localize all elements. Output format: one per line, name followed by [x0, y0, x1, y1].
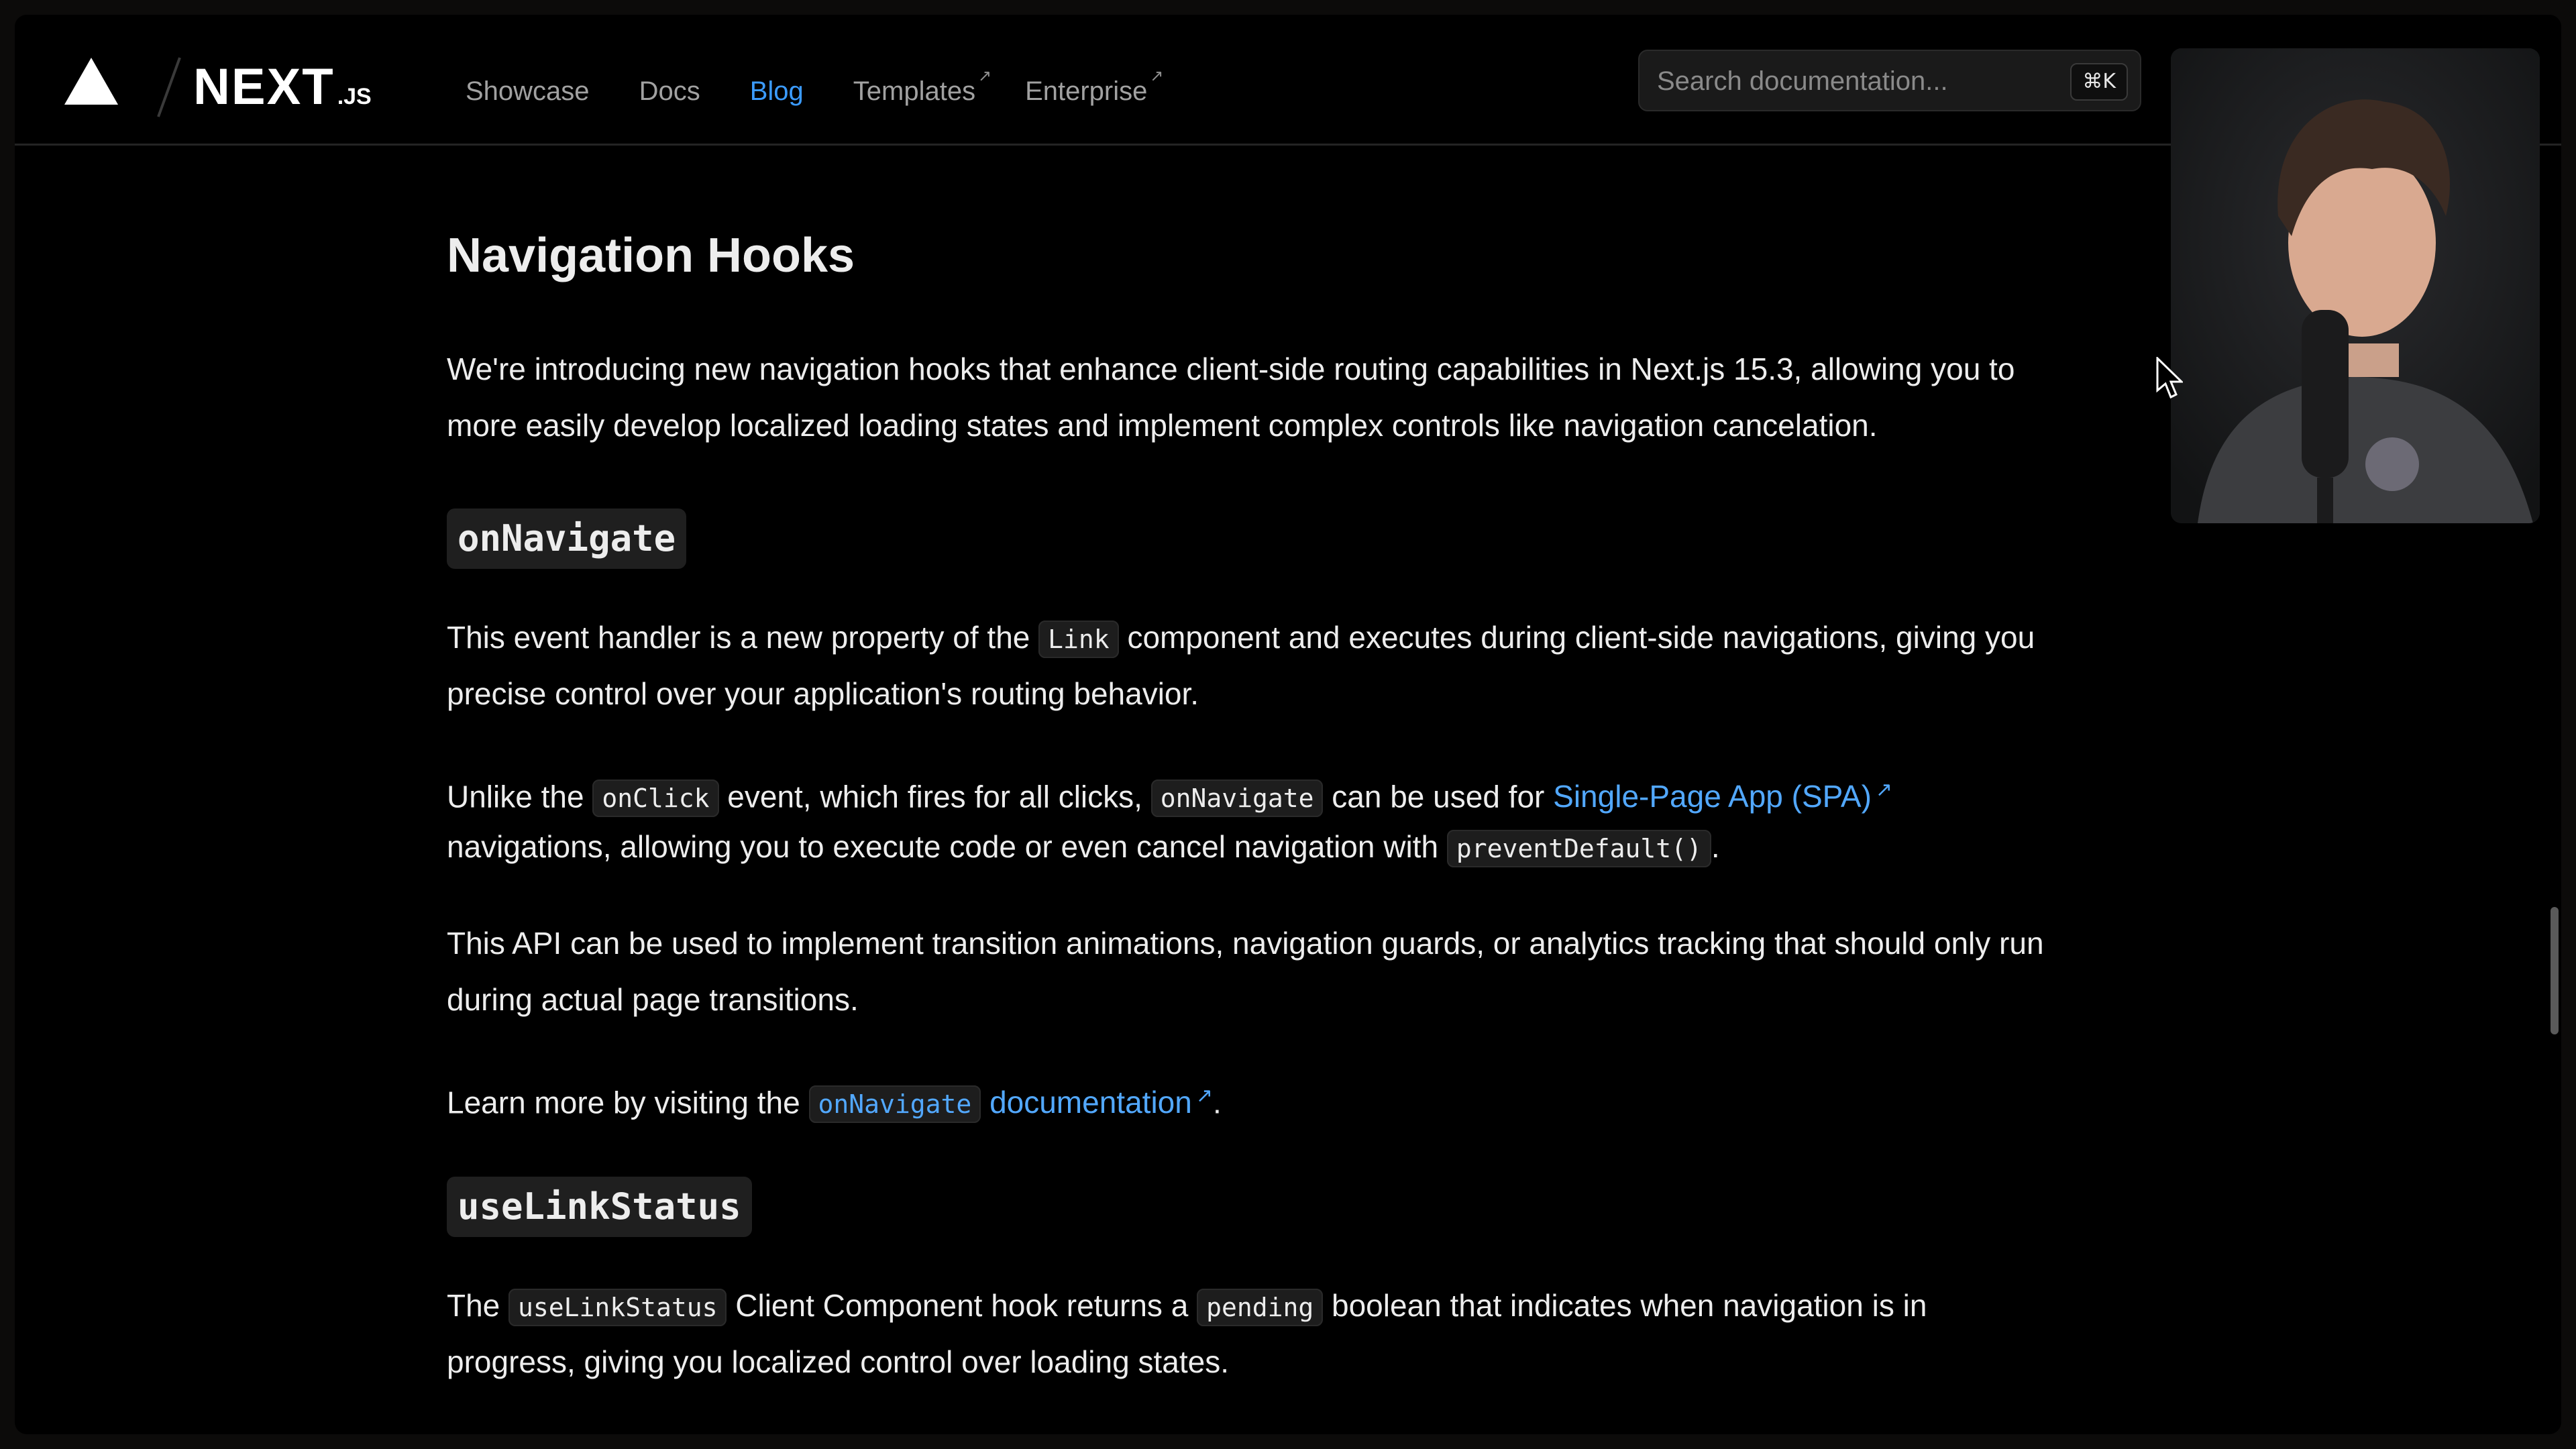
- browser-viewport: NEXT .JS Showcase Docs Blog Templates ↗ En…: [15, 15, 2561, 1434]
- logo-divider-icon: [157, 57, 181, 117]
- intro-paragraph-line-2: more easily develop localized loading st…: [447, 408, 1878, 443]
- nav-label: Docs: [639, 76, 700, 106]
- nav-label: Showcase: [466, 76, 590, 106]
- inline-code-link: Link: [1038, 621, 1119, 658]
- external-link-icon: ↗: [1875, 779, 1893, 801]
- main-nav: Showcase Docs Blog Templates ↗ Enterprise…: [466, 68, 1197, 106]
- onnavigate-paragraph-2-line-2: navigations, allowing you to execute cod…: [447, 818, 1720, 877]
- text: Unlike the: [447, 779, 593, 814]
- scrollbar-thumb[interactable]: [2551, 907, 2559, 1034]
- text: .: [1212, 1085, 1222, 1120]
- nextjs-logo[interactable]: NEXT .JS: [193, 62, 372, 113]
- onnavigate-paragraph-3-line-2: during actual page transitions.: [447, 982, 859, 1017]
- onnavigate-paragraph-1: This event handler is a new property of …: [447, 609, 2035, 667]
- nav-label: Templates: [853, 76, 976, 106]
- onnavigate-paragraph-2: Unlike the onClick event, which fires fo…: [447, 762, 1892, 826]
- brand-suffix: .JS: [337, 84, 372, 109]
- link-label: Single-Page App (SPA): [1553, 779, 1872, 814]
- external-link-icon: ↗: [1195, 1085, 1213, 1107]
- text: Learn more by visiting the: [447, 1085, 809, 1120]
- text: This event handler is a new property of …: [447, 620, 1039, 655]
- uselinkstatus-paragraph-1-line-2: progress, giving you localized control o…: [447, 1344, 1229, 1379]
- onnavigate-paragraph-3-line-1: This API can be used to implement transi…: [447, 926, 2044, 961]
- nav-label: Blog: [749, 76, 804, 106]
- text: boolean that indicates when navigation i…: [1323, 1288, 1927, 1323]
- inline-code-preventdefault: preventDefault(): [1446, 830, 1711, 867]
- nav-enterprise[interactable]: Enterprise ↗: [1025, 68, 1163, 106]
- inline-code-onnavigate: onNavigate: [1150, 780, 1324, 818]
- external-link-icon: ↗: [977, 67, 992, 85]
- text: The: [447, 1288, 509, 1323]
- onnavigate-heading[interactable]: onNavigate: [447, 508, 687, 569]
- brand-name: NEXT: [193, 58, 335, 115]
- nav-showcase[interactable]: Showcase: [466, 78, 590, 105]
- inline-code-uselinkstatus: useLinkStatus: [508, 1289, 727, 1326]
- inline-code-onclick: onClick: [592, 780, 719, 818]
- text: can be used for: [1323, 779, 1554, 814]
- text: event, which fires for all clicks,: [718, 779, 1151, 814]
- external-link-icon: ↗: [1150, 67, 1164, 85]
- onnavigate-docs-link[interactable]: onNavigate documentation ↗: [808, 1085, 1213, 1124]
- onnavigate-paragraph-4: Learn more by visiting the onNavigate do…: [447, 1068, 1222, 1132]
- search-shortcut-badge: ⌘K: [2070, 63, 2128, 101]
- nav-templates[interactable]: Templates ↗: [853, 68, 991, 106]
- section-title: Navigation Hooks: [447, 229, 855, 282]
- onnavigate-paragraph-1-line-2: precise control over your application's …: [447, 676, 1199, 711]
- uselinkstatus-paragraph-1: The useLinkStatus Client Component hook …: [447, 1277, 1927, 1336]
- inline-code-pending: pending: [1197, 1289, 1324, 1326]
- search-box[interactable]: ⌘K: [1638, 50, 2141, 111]
- nav-label: Enterprise: [1025, 76, 1148, 106]
- uselinkstatus-heading[interactable]: useLinkStatus: [447, 1177, 752, 1237]
- nav-blog[interactable]: Blog: [750, 78, 804, 105]
- vercel-logo-icon[interactable]: [64, 58, 118, 105]
- mouse-cursor-icon: [2156, 357, 2183, 399]
- text: Client Component hook returns a: [727, 1288, 1197, 1323]
- webcam-overlay: [2171, 48, 2540, 523]
- text: component and executes during client-sid…: [1118, 620, 2035, 655]
- search-input[interactable]: [1656, 51, 2061, 111]
- text: .: [1711, 829, 1720, 864]
- inline-code-onnavigate-link: onNavigate: [808, 1085, 981, 1124]
- link-label: documentation: [989, 1085, 1192, 1120]
- nav-docs[interactable]: Docs: [639, 78, 700, 105]
- text: navigations, allowing you to execute cod…: [447, 829, 1447, 864]
- spa-link[interactable]: Single-Page App (SPA) ↗: [1553, 779, 1892, 814]
- presenter-video-icon: [2171, 48, 2540, 523]
- intro-paragraph-line-1: We're introducing new navigation hooks t…: [447, 352, 2015, 386]
